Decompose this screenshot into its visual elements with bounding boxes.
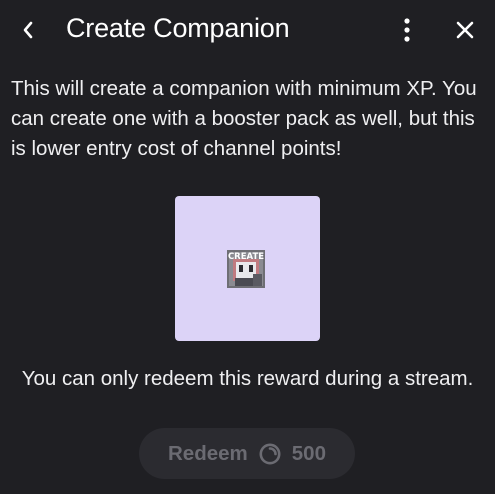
redeem-label: Redeem bbox=[168, 441, 248, 465]
reward-description: This will create a companion with minimu… bbox=[11, 77, 477, 160]
channel-points-icon bbox=[258, 442, 282, 466]
reward-panel: Create Companion This will create a comp… bbox=[0, 0, 495, 494]
panel-header: Create Companion bbox=[0, 0, 495, 58]
more-options-button[interactable] bbox=[393, 14, 421, 46]
redeem-button[interactable]: Redeem 500 bbox=[139, 428, 355, 479]
close-button[interactable] bbox=[450, 15, 480, 45]
companion-avatar-icon: CREATE bbox=[227, 250, 265, 288]
stream-only-note: You can only redeem this reward during a… bbox=[21, 367, 474, 390]
reward-image-tile: CREATE bbox=[175, 196, 320, 341]
more-vertical-icon bbox=[404, 18, 410, 42]
back-button[interactable] bbox=[14, 16, 42, 44]
svg-text:CREATE: CREATE bbox=[228, 252, 264, 262]
redeem-cost: 500 bbox=[291, 441, 326, 465]
page-title: Create Companion bbox=[66, 13, 290, 43]
chevron-left-icon bbox=[23, 21, 33, 39]
close-icon bbox=[456, 21, 474, 39]
